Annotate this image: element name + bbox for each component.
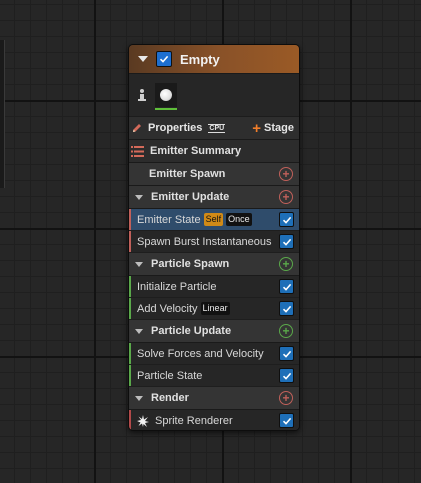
stage-label: Stage <box>264 122 294 134</box>
section-label: Render <box>151 392 189 404</box>
module-enabled-checkbox[interactable] <box>279 301 294 316</box>
emitter-title: Empty <box>180 51 220 67</box>
section-label: Emitter Spawn <box>149 168 226 180</box>
collapse-arrow-icon[interactable] <box>135 328 143 334</box>
module-initialize-particle[interactable]: Initialize Particle <box>129 276 299 298</box>
emitter-header[interactable]: Empty <box>129 45 299 74</box>
section-label: Particle Spawn <box>151 258 230 270</box>
module-label: Sprite Renderer <box>155 414 233 427</box>
plus-icon: + <box>252 119 262 137</box>
module-spawn-burst[interactable]: Spawn Burst Instantaneous <box>129 231 299 253</box>
add-module-button[interactable]: + <box>279 167 293 181</box>
pencil-icon <box>133 124 141 132</box>
stage-stripe <box>129 276 131 297</box>
add-module-button[interactable]: + <box>279 190 293 204</box>
module-enabled-checkbox[interactable] <box>279 346 294 361</box>
add-stage-button[interactable]: + Stage <box>248 119 294 137</box>
module-label: Particle State <box>137 369 203 382</box>
sprite-burst-icon <box>137 414 149 427</box>
stage-stripe <box>129 298 131 319</box>
module-sprite-renderer[interactable]: Sprite Renderer <box>129 410 299 430</box>
section-particle-spawn[interactable]: Particle Spawn + <box>129 253 299 276</box>
add-module-button[interactable]: + <box>279 324 293 338</box>
add-renderer-button[interactable]: + <box>279 391 293 405</box>
module-particle-state[interactable]: Particle State <box>129 365 299 387</box>
stage-stripe <box>129 365 131 386</box>
collapse-arrow-icon[interactable] <box>138 56 148 62</box>
stage-stripe <box>129 410 131 430</box>
module-enabled-checkbox[interactable] <box>279 413 294 428</box>
module-enabled-checkbox[interactable] <box>279 234 294 249</box>
module-enabled-checkbox[interactable] <box>279 279 294 294</box>
module-solve-forces[interactable]: Solve Forces and Velocity <box>129 343 299 365</box>
section-emitter-update[interactable]: Emitter Update + <box>129 186 299 209</box>
section-emitter-spawn[interactable]: Emitter Spawn + <box>129 163 299 186</box>
properties-label: Properties <box>148 122 203 134</box>
add-module-button[interactable]: + <box>279 257 293 271</box>
section-label: Particle Update <box>151 325 232 337</box>
module-label: Spawn Burst Instantaneous <box>137 235 272 248</box>
module-enabled-checkbox[interactable] <box>279 212 294 227</box>
module-label: Emitter State <box>137 213 201 226</box>
stage-stripe <box>129 209 131 230</box>
emitter-summary-label: Emitter Summary <box>150 145 242 157</box>
emitter-enabled-checkbox[interactable] <box>156 51 172 67</box>
module-label: Initialize Particle <box>137 280 217 293</box>
properties-row[interactable]: Properties CPU + Stage <box>129 117 299 140</box>
list-icon <box>131 145 144 157</box>
module-add-velocity[interactable]: Add Velocity Linear <box>129 298 299 320</box>
once-badge: Once <box>226 213 252 226</box>
emitter-properties-icon[interactable] <box>136 88 148 102</box>
emitter-thumbnail[interactable] <box>155 83 177 110</box>
module-emitter-state[interactable]: Emitter State Self Once <box>129 209 299 231</box>
cpu-badge: CPU <box>208 123 226 133</box>
section-label: Emitter Update <box>151 191 230 203</box>
collapse-arrow-icon[interactable] <box>135 194 143 200</box>
self-badge: Self <box>203 213 224 226</box>
module-enabled-checkbox[interactable] <box>279 368 294 383</box>
adjacent-node-edge <box>0 40 5 188</box>
module-label: Add Velocity <box>137 302 198 315</box>
section-render[interactable]: Render + <box>129 387 299 410</box>
emitter-summary-row[interactable]: Emitter Summary <box>129 140 299 163</box>
emitter-node[interactable]: Empty Properties CPU + Stage Emitter Sum… <box>128 44 300 431</box>
collapse-arrow-icon[interactable] <box>135 395 143 401</box>
section-particle-update[interactable]: Particle Update + <box>129 320 299 343</box>
collapse-arrow-icon[interactable] <box>135 261 143 267</box>
emitter-thumbnail-area <box>129 74 299 117</box>
stage-stripe <box>129 343 131 364</box>
module-label: Solve Forces and Velocity <box>137 347 264 360</box>
stage-stripe <box>129 231 131 252</box>
linear-badge: Linear <box>200 302 230 315</box>
